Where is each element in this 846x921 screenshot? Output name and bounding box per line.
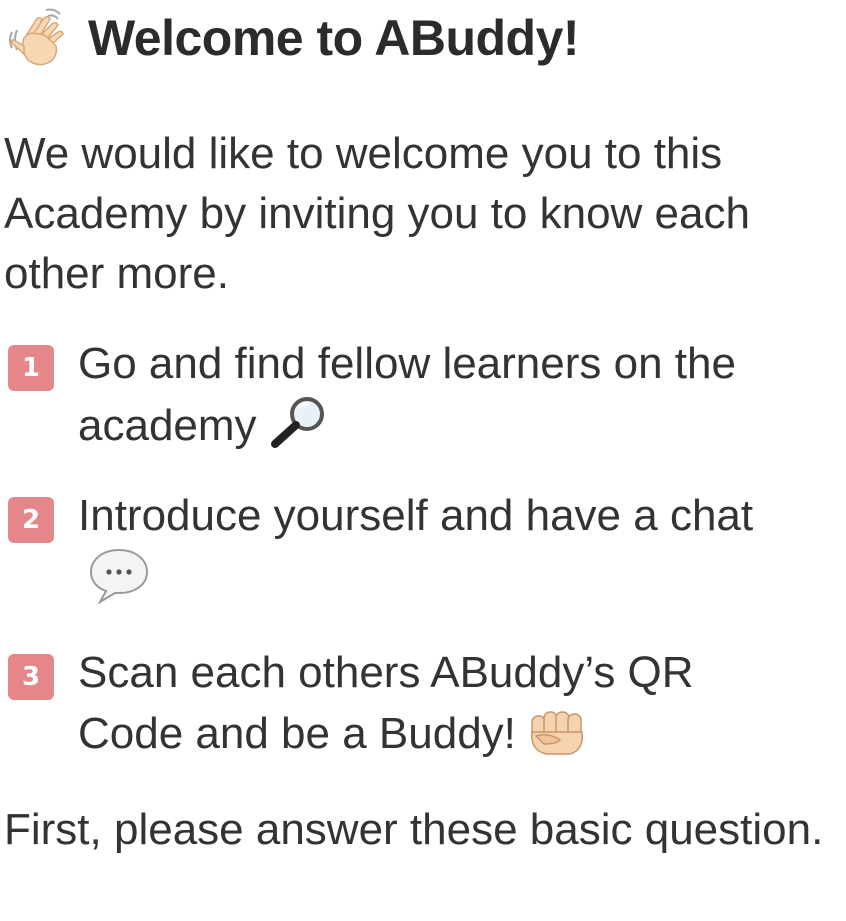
welcome-header: Welcome to ABuddy! <box>6 4 580 72</box>
magnifying-glass-icon <box>270 397 324 448</box>
closing-text: First, please answer these basic questio… <box>4 805 824 854</box>
intro-text: We would like to welcome you to this Aca… <box>4 129 750 298</box>
step-label: Introduce yourself and have a chat <box>78 491 754 540</box>
step-number-badge: 3 <box>8 654 54 700</box>
step-number-badge: 2 <box>8 497 54 543</box>
step-text: Go and find fellow learners on the acade… <box>78 333 798 456</box>
page-title: Welcome to ABuddy! <box>88 10 580 66</box>
speech-bubble-icon <box>89 548 149 604</box>
fist-bump-icon <box>530 711 583 755</box>
step-text: Scan each others ABuddy’s QR Code and be… <box>78 642 798 764</box>
waving-hand-icon <box>9 8 64 66</box>
step-label: Go and find fellow learners on the acade… <box>78 339 736 450</box>
step-text: Introduce yourself and have a chat <box>78 485 798 610</box>
step-number-badge: 1 <box>8 345 54 391</box>
welcome-screen: Welcome to ABuddy! We would like to welc… <box>0 0 846 921</box>
step-label: Scan each others ABuddy’s QR Code and be… <box>78 648 694 758</box>
